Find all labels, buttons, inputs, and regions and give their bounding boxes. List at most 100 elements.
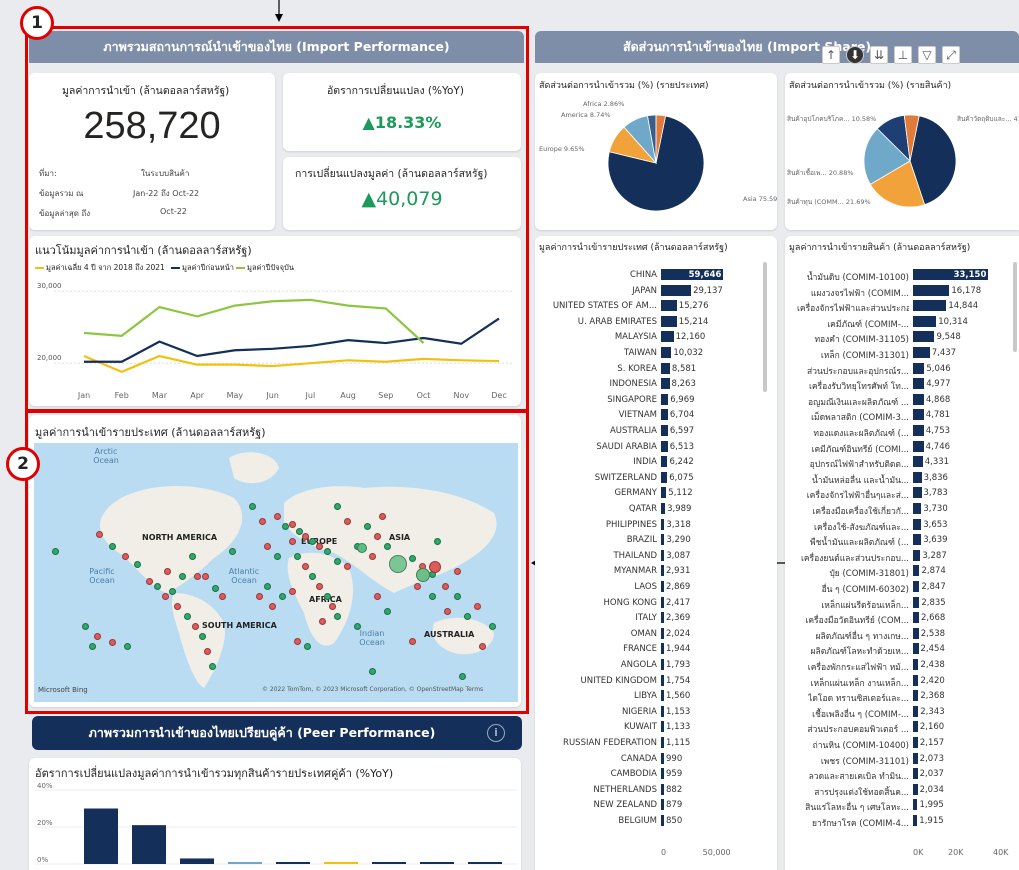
bar[interactable] (661, 690, 664, 702)
bar-row[interactable]: AUSTRALIA 6,597 (535, 424, 777, 438)
bar-row[interactable]: สินแร่โลหะอื่น ๆ เศษโลหะ... 1,995 (785, 798, 1019, 813)
bar[interactable] (913, 659, 919, 670)
bar[interactable] (913, 409, 924, 421)
bar-row[interactable]: เครื่องพักกระแสไฟฟ้า หม้... 2,438 (785, 658, 1019, 673)
country-share-pie[interactable]: Asia 75.59% Europe 9.65% America 8.74% Afri… (535, 91, 777, 230)
bar-row[interactable]: ANGOLA 1,793 (535, 658, 777, 672)
bar-row[interactable]: GERMANY 5,112 (535, 486, 777, 500)
bar-row[interactable]: น้ำมันหล่อลื่น และน้ำมัน... 3,836 (785, 471, 1019, 486)
bar-row[interactable]: ยารักษาโรค (COMIM-4... 1,915 (785, 814, 1019, 829)
bar-row[interactable]: INDIA 6,242 (535, 455, 777, 469)
country-bars-scrollbar[interactable] (763, 262, 767, 392)
bar-row[interactable]: MYANMAR 2,931 (535, 564, 777, 578)
bar-row[interactable]: เครื่องจักรไฟฟ้าและส่วนประกอบ... 14,844 (785, 299, 1019, 314)
bar[interactable] (661, 581, 664, 592)
bar-row[interactable]: TAIWAN 10,032 (535, 346, 777, 360)
bar-row[interactable]: อุปกรณ์ไฟฟ้าสำหรับติดต... 4,331 (785, 455, 1019, 470)
product-share-pie-card[interactable]: สัดส่วนต่อการนำเข้ารวม (%) (รายสินค้า) ส… (785, 73, 1019, 230)
bar-row[interactable]: CHINA 59,646 (535, 268, 777, 282)
bar-row[interactable]: เพชร (COMIM-31101) 2,073 (785, 752, 1019, 767)
bar-row[interactable]: เครื่องจักรไฟฟ้าอื่นๆและส่... 3,783 (785, 486, 1019, 501)
bar-row[interactable]: เคมีภัณฑ์อินทรีย์ (COMI... 4,746 (785, 440, 1019, 455)
bar[interactable] (661, 596, 664, 608)
bar[interactable] (661, 518, 665, 530)
bar[interactable] (661, 456, 668, 468)
bar[interactable] (661, 721, 664, 733)
bar-row[interactable]: น้ำมันดิบ (COMIM-10100) 33,150 (785, 268, 1019, 283)
bar-row[interactable]: ผลิตภัณฑ์อื่น ๆ ทางเกษ... 2,538 (785, 627, 1019, 642)
bar-row[interactable]: OMAN 2,024 (535, 627, 777, 641)
bar[interactable] (661, 705, 664, 717)
filter-icon[interactable]: ▽ (918, 46, 936, 64)
bar[interactable] (913, 534, 922, 546)
bar-row[interactable]: ทองแดงและผลิตภัณฑ์ (... 4,753 (785, 424, 1019, 439)
bar-row[interactable]: UNITED KINGDOM 1,754 (535, 674, 777, 688)
bar-row[interactable]: เม็ดพลาสติก (COMIM-3... 4,781 (785, 408, 1019, 423)
bar-row[interactable]: NETHERLANDS 882 (535, 783, 777, 797)
bar[interactable] (913, 393, 924, 405)
bar[interactable] (913, 300, 947, 312)
bar-row[interactable]: ทองคำ (COMIM-31105) 9,548 (785, 330, 1019, 345)
bar[interactable] (913, 284, 950, 296)
product-bars-card[interactable]: มูลค่าการนำเข้ารายสินค้า (ล้านดอลลาร์สหร… (785, 236, 1019, 870)
bar-row[interactable]: เคมีภัณฑ์ (COMIM-... 10,314 (785, 315, 1019, 330)
bar-row[interactable]: แผงวงจรไฟฟ้า (COMIM... 16,178 (785, 284, 1019, 299)
bar[interactable] (661, 315, 677, 327)
focus-mode-icon[interactable]: ⤢ (942, 46, 960, 64)
bar[interactable] (661, 347, 672, 358)
bar-row[interactable]: SWITZERLAND 6,075 (535, 471, 777, 485)
bar[interactable] (913, 362, 925, 374)
bar-row[interactable]: UNITED STATES OF AM... 15,276 (535, 299, 777, 313)
bar-row[interactable]: QATAR 3,989 (535, 502, 777, 516)
bar-row[interactable]: LAOS 2,869 (535, 580, 777, 594)
bar[interactable] (661, 783, 664, 795)
bar-row[interactable]: ปุ๋ย (COMIM-31801) 2,874 (785, 564, 1019, 579)
bar[interactable] (661, 378, 670, 390)
bar-row[interactable]: ส่วนประกอบและอุปกรณ์ร... 5,046 (785, 362, 1019, 377)
bar[interactable] (661, 331, 674, 343)
bar-row[interactable]: ส่วนประกอบคอมพิวเตอร์ ... 2,160 (785, 720, 1019, 735)
bar-row[interactable]: เหล็กแผ่นรีดร้อนเหล็ก... 2,835 (785, 596, 1019, 611)
bar-row[interactable]: HONG KONG 2,417 (535, 596, 777, 610)
bar-row[interactable]: อญมณีเงินและผลิตภัณฑ์ ... 4,868 (785, 393, 1019, 408)
bar[interactable] (913, 378, 925, 390)
bar-row[interactable]: INDONESIA 8,263 (535, 377, 777, 391)
bar-row[interactable]: เครื่องใช้-สังฆภัณฑ์และ... 3,653 (785, 518, 1019, 533)
bar[interactable] (661, 440, 668, 452)
bar[interactable] (913, 721, 918, 733)
country-bar-chart[interactable]: CHINA 59,646 JAPAN 29,137 UNITED STATES OF A… (535, 268, 777, 857)
bar[interactable] (661, 549, 665, 561)
bar-row[interactable]: JAPAN 29,137 (535, 284, 777, 298)
bar-row[interactable]: สารปรุงแต่งใช้ทอดสิ้นค... 2,034 (785, 783, 1019, 798)
bar-row[interactable]: อื่น ๆ (COMIM-60302) 2,847 (785, 580, 1019, 595)
bar-row[interactable]: ผลิตภัณฑ์โลหะทำด้วยเห... 2,454 (785, 642, 1019, 657)
bar-row[interactable]: CAMBODIA 959 (535, 767, 777, 781)
bar-row[interactable]: KUWAIT 1,133 (535, 720, 777, 734)
bar[interactable] (913, 331, 935, 343)
bar[interactable] (661, 799, 664, 811)
bar-row[interactable]: ITALY 2,369 (535, 611, 777, 625)
bar[interactable] (913, 737, 918, 748)
bar-row[interactable]: ไดโอด ทรานซิสเตอร์และ... 2,368 (785, 689, 1019, 704)
bar-row[interactable]: เครื่องมือเครื่องใช้เกี่ยวกั... 3,730 (785, 502, 1019, 517)
bar[interactable] (913, 768, 918, 780)
bar-row[interactable]: SAUDI ARABIA 6,513 (535, 440, 777, 454)
bar[interactable] (661, 503, 666, 514)
bar[interactable] (913, 783, 918, 795)
bar-row[interactable]: เชื้อเพลิงอื่น ๆ (COMIM-... 2,343 (785, 705, 1019, 720)
bar[interactable] (913, 487, 922, 499)
bar[interactable] (661, 659, 664, 670)
bar-row[interactable]: RUSSIAN FEDERATION 1,115 (535, 736, 777, 750)
bar-row[interactable]: BELGIUM 850 (535, 814, 777, 828)
bar[interactable] (913, 440, 924, 452)
bar[interactable] (661, 815, 664, 826)
bar[interactable] (661, 284, 692, 296)
bar[interactable] (913, 581, 920, 592)
bar-row[interactable]: ลวดและสายเคเบิล ทำมิน... 2,037 (785, 767, 1019, 782)
bar[interactable] (661, 752, 664, 764)
bar-row[interactable]: SINGAPORE 6,969 (535, 393, 777, 407)
bar[interactable] (661, 674, 664, 686)
bar-row[interactable]: VIETNAM 6,704 (535, 408, 777, 422)
bar[interactable] (913, 627, 919, 639)
bar-row[interactable]: เครื่องรับวิทยุโทรศัพท์ โท... 4,977 (785, 377, 1019, 392)
